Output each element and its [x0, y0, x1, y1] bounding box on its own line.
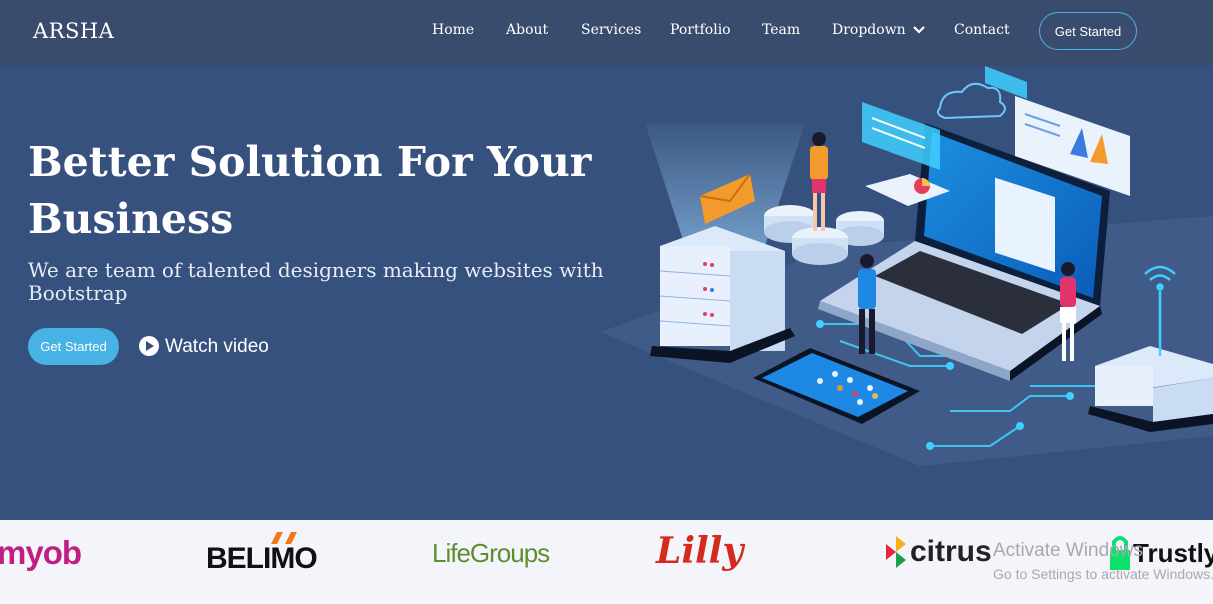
- nav-home[interactable]: Home: [432, 22, 474, 38]
- clients-strip: myob BELIMO LifeGroups Lilly citrus Trus…: [0, 520, 1213, 604]
- client-logo-citrus: citrus: [884, 534, 992, 570]
- nav-dropdown-label: Dropdown: [832, 22, 906, 38]
- floating-card-left: [862, 102, 940, 170]
- citrus-wordmark: citrus: [910, 535, 992, 568]
- chevron-down-icon: [913, 26, 925, 34]
- site-logo[interactable]: ARSHA: [33, 19, 114, 43]
- nav-dropdown[interactable]: Dropdown: [832, 22, 925, 38]
- server-stack: [650, 226, 795, 363]
- nav-portfolio[interactable]: Portfolio: [670, 22, 731, 38]
- cloud-icon: [936, 82, 1006, 120]
- watch-video-link[interactable]: Watch video: [139, 331, 269, 361]
- activate-windows-hint: Go to Settings to activate Windows.: [993, 566, 1213, 582]
- activate-windows-title: Activate Windows: [993, 540, 1143, 561]
- client-logo-belimo: BELIMO: [206, 532, 318, 576]
- nav-team[interactable]: Team: [762, 22, 800, 38]
- hero-illustration: [600, 66, 1213, 466]
- belimo-mark-icon: [271, 532, 297, 544]
- play-circle-icon: [139, 336, 159, 356]
- client-logo-myob: myob: [0, 534, 82, 571]
- belimo-wordmark: BELIMO: [206, 542, 318, 575]
- trustly-wordmark: Trustly: [1133, 537, 1213, 568]
- hero-section: Better Solution For Your Business We are…: [0, 66, 1213, 520]
- hero-get-started-button[interactable]: Get Started: [28, 328, 119, 365]
- nav-services[interactable]: Services: [581, 22, 641, 38]
- nav-about[interactable]: About: [506, 22, 548, 38]
- header-get-started-button[interactable]: Get Started: [1039, 12, 1137, 50]
- hero-title: Better Solution For Your Business: [28, 138, 592, 243]
- nav-contact[interactable]: Contact: [954, 22, 1010, 38]
- citrus-mark-icon: [886, 536, 906, 568]
- floating-tag: [985, 66, 1027, 99]
- client-logo-lifegroups: LifeGroups: [432, 538, 550, 568]
- watch-video-label: Watch video: [165, 335, 269, 357]
- client-logo-lilly: Lilly: [656, 530, 744, 572]
- site-header: ARSHA Home About Services Portfolio Team…: [0, 0, 1213, 66]
- hero-subtitle: We are team of talented designers making…: [28, 258, 604, 305]
